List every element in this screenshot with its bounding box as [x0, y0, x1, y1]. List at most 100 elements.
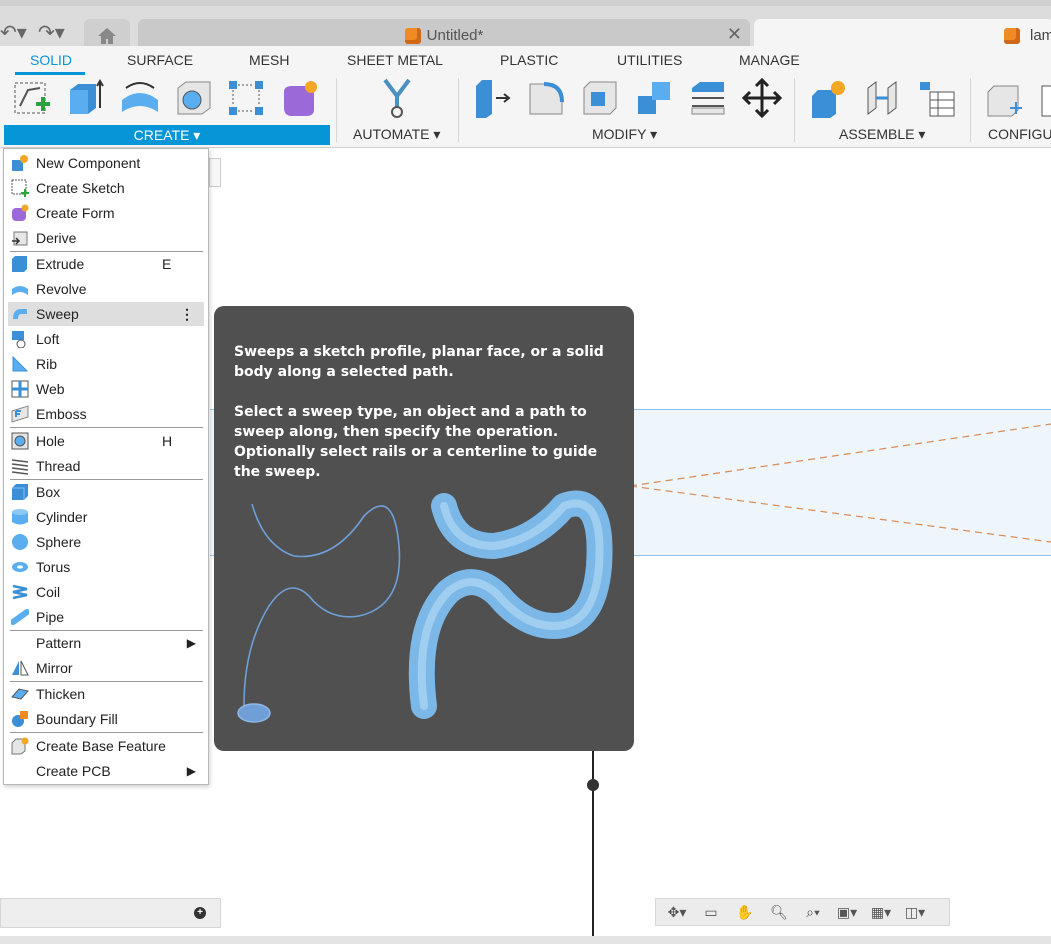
home-icon	[98, 28, 116, 44]
press-pull-tool[interactable]	[472, 78, 512, 118]
extrude-icon	[70, 79, 104, 114]
add-comment-icon[interactable]: +	[194, 907, 206, 919]
browser-panel-edge[interactable]	[209, 158, 221, 187]
configure-group-menu[interactable]: CONFIGU	[988, 126, 1051, 142]
more-options-icon[interactable]: ⋮	[180, 306, 194, 323]
tab-solid[interactable]: SOLID	[30, 52, 72, 68]
menu-item-mirror[interactable]: Mirror	[8, 656, 204, 680]
menu-item-loft[interactable]: Loft	[8, 327, 204, 351]
extrude-tool[interactable]	[66, 78, 106, 118]
create-group-menu[interactable]: CREATE ▾	[4, 125, 330, 145]
look-at-icon[interactable]: ▭	[696, 901, 726, 923]
box-icon	[10, 483, 30, 501]
automate-group-menu[interactable]: AUTOMATE ▾	[353, 126, 440, 143]
assemble-group-menu[interactable]: ASSEMBLE ▾	[839, 126, 925, 143]
table-icon	[1041, 85, 1051, 117]
menu-item-extrude[interactable]: Extrude E	[8, 252, 204, 276]
move-icon	[742, 78, 782, 118]
comments-panel[interactable]: +	[0, 898, 221, 928]
dashed-construction-lines	[630, 423, 1051, 543]
configure-tool[interactable]	[984, 78, 1024, 118]
menu-item-pipe[interactable]: Pipe	[8, 605, 204, 629]
web-icon	[10, 380, 30, 398]
menu-item-web[interactable]: Web	[8, 377, 204, 401]
tab-manage[interactable]: MANAGE	[739, 52, 800, 68]
joint-tool[interactable]	[862, 78, 902, 118]
menu-item-create-sketch[interactable]: Create Sketch	[8, 176, 204, 200]
redo-icon[interactable]: ↷▾	[38, 20, 65, 45]
shell-tool[interactable]	[580, 78, 620, 118]
menu-item-rib[interactable]: Rib	[8, 352, 204, 376]
combine-tool[interactable]	[634, 78, 674, 118]
menu-item-torus[interactable]: Torus	[8, 555, 204, 579]
viewports-icon[interactable]: ◫▾	[900, 901, 930, 923]
create-form-tool[interactable]	[280, 78, 320, 118]
cylinder-icon	[10, 508, 30, 526]
create-dropdown-menu: New Component Create Sketch Create Form …	[3, 148, 209, 785]
hole-tool[interactable]	[174, 78, 214, 118]
tab-sheet-metal[interactable]: SHEET METAL	[347, 52, 443, 68]
configure-table-tool[interactable]	[1036, 78, 1051, 118]
rectangular-pattern-tool[interactable]	[226, 78, 266, 118]
undo-icon[interactable]: ↶▾	[0, 20, 27, 45]
shell-icon	[583, 81, 617, 115]
tooltip-description: Sweeps a sketch profile, planar face, or…	[234, 344, 604, 380]
tab-utilities[interactable]: UTILITIES	[617, 52, 682, 68]
menu-item-create-base-feature[interactable]: Create Base Feature	[8, 734, 204, 758]
menu-item-thicken[interactable]: Thicken	[8, 682, 204, 706]
menu-item-pattern[interactable]: Pattern ▶	[8, 631, 204, 655]
menu-separator	[10, 732, 203, 733]
document-cube-icon	[1004, 28, 1020, 44]
coil-icon	[10, 583, 30, 601]
menu-item-create-pcb[interactable]: Create PCB ▶	[8, 759, 204, 783]
menu-item-boundary-fill[interactable]: Boundary Fill	[8, 707, 204, 731]
menu-item-sweep[interactable]: Sweep ⋮	[8, 302, 204, 326]
fillet-tool[interactable]	[526, 78, 566, 118]
orbit-icon[interactable]: ✥▾	[662, 901, 692, 923]
pipe-icon	[10, 608, 30, 626]
thicken-icon	[10, 685, 30, 703]
menu-item-thread[interactable]: Thread	[8, 454, 204, 478]
offset-face-tool[interactable]	[688, 78, 728, 118]
revolve-icon	[122, 82, 158, 112]
revolve-tool[interactable]	[120, 78, 160, 118]
new-component-tool[interactable]	[808, 78, 848, 118]
hole-icon	[10, 432, 30, 450]
extrude-icon	[10, 255, 30, 273]
pan-icon[interactable]: ✋	[730, 901, 760, 923]
menu-item-hole[interactable]: Hole H	[8, 429, 204, 453]
tab-plastic[interactable]: PLASTIC	[500, 52, 558, 68]
new-component-icon	[812, 81, 845, 118]
menu-item-create-form[interactable]: Create Form	[8, 201, 204, 225]
torus-icon	[10, 558, 30, 576]
origin-point[interactable]	[587, 779, 599, 791]
menu-item-box[interactable]: Box	[8, 480, 204, 504]
bill-of-materials-tool[interactable]	[916, 78, 956, 118]
modify-group-menu[interactable]: MODIFY ▾	[592, 126, 657, 143]
axis-line	[592, 745, 594, 936]
menu-item-new-component[interactable]: New Component	[8, 151, 204, 175]
move-tool[interactable]	[742, 78, 782, 118]
automate-tool[interactable]	[375, 78, 419, 118]
menu-item-coil[interactable]: Coil	[8, 580, 204, 604]
menu-item-cylinder[interactable]: Cylinder	[8, 505, 204, 529]
menu-item-derive[interactable]: Derive	[8, 226, 204, 250]
tab-mesh[interactable]: MESH	[249, 52, 289, 68]
menu-item-revolve[interactable]: Revolve	[8, 277, 204, 301]
zoom-icon[interactable]: 🔍︎	[764, 901, 794, 923]
display-settings-icon[interactable]: ▣▾	[832, 901, 862, 923]
menu-item-emboss[interactable]: Emboss	[8, 402, 204, 426]
close-tab-icon[interactable]: ✕	[727, 24, 742, 45]
sphere-icon	[10, 533, 30, 551]
tab-surface[interactable]: SURFACE	[127, 52, 193, 68]
emboss-icon	[10, 405, 30, 423]
press-pull-icon	[476, 80, 511, 118]
mirror-icon	[10, 659, 30, 677]
group-divider	[794, 78, 795, 142]
menu-item-sphere[interactable]: Sphere	[8, 530, 204, 554]
sweep-icon	[10, 305, 30, 323]
create-sketch-tool[interactable]	[12, 78, 52, 118]
grid-settings-icon[interactable]: ▦▾	[866, 901, 896, 923]
fillet-icon	[529, 82, 564, 115]
zoom-window-icon[interactable]: ⌕▾	[798, 901, 828, 923]
